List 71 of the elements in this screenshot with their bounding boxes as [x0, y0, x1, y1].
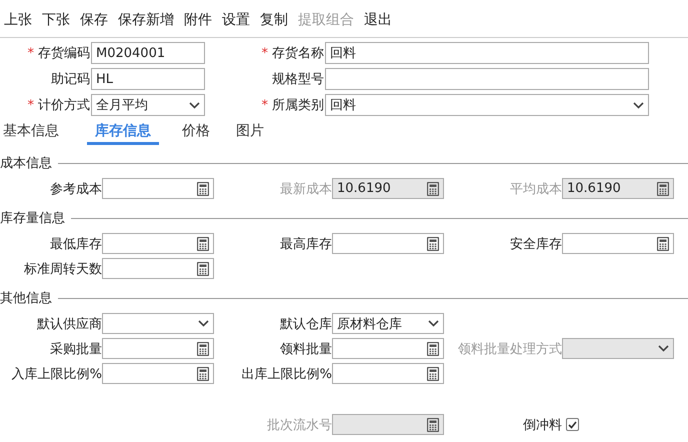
- tab[interactable]: 基本信息: [0, 122, 62, 145]
- calculator-icon[interactable]: [427, 236, 439, 250]
- field-label: 批次流水号: [266, 416, 332, 434]
- text-field[interactable]: [325, 68, 649, 90]
- field-label: 出库上限比例%: [240, 366, 332, 382]
- tab[interactable]: 价格: [179, 122, 213, 145]
- label-text: 计价方式: [38, 98, 90, 113]
- chevron-down-icon[interactable]: [189, 102, 200, 108]
- number-field[interactable]: [332, 338, 444, 359]
- calculator-icon[interactable]: [657, 236, 669, 250]
- number-field[interactable]: [102, 338, 214, 359]
- dropdown[interactable]: 全月平均: [91, 94, 205, 116]
- chevron-down-icon[interactable]: [633, 102, 644, 108]
- toolbar-button[interactable]: 复制: [260, 11, 288, 37]
- toolbar-button[interactable]: 下张: [42, 11, 70, 37]
- field-label: 规格型号: [271, 71, 324, 88]
- number-field[interactable]: [332, 233, 444, 254]
- text-field[interactable]: 回料: [325, 42, 649, 64]
- toolbar-button[interactable]: 保存: [80, 11, 108, 37]
- section-title: 成本信息: [0, 155, 52, 172]
- calculator-icon[interactable]: [427, 366, 439, 380]
- section-title: 其他信息: [0, 290, 52, 307]
- field-label: 采购批量: [49, 340, 102, 358]
- chevron-down-icon[interactable]: [428, 320, 439, 327]
- number-field[interactable]: [332, 363, 444, 384]
- label-text: 存货编码: [38, 46, 90, 61]
- field-label: 最高库存: [279, 236, 332, 252]
- field-label: 助记码: [50, 71, 90, 88]
- calculator-icon[interactable]: [197, 342, 209, 356]
- field-label: 参考成本: [49, 180, 102, 198]
- field-label: 入库上限比例%: [10, 366, 102, 382]
- text-field[interactable]: M0204001: [91, 42, 205, 64]
- field-label: 平均成本: [509, 180, 562, 198]
- field-label: 最新成本: [279, 180, 332, 198]
- label-text: 存货名称: [272, 46, 324, 61]
- number-field[interactable]: [562, 233, 674, 254]
- toolbar-button[interactable]: 附件: [184, 11, 212, 37]
- number-field[interactable]: [102, 258, 214, 279]
- toolbar-button[interactable]: 保存新增: [118, 11, 174, 37]
- calculator-icon[interactable]: [197, 182, 209, 196]
- chevron-down-icon[interactable]: [198, 320, 209, 327]
- required-mark: *: [262, 46, 268, 61]
- field-label: 默认仓库: [279, 316, 332, 332]
- dropdown[interactable]: 回料: [325, 94, 649, 116]
- calculator-icon[interactable]: [427, 342, 439, 356]
- field-label: 领料批量处理方式: [457, 340, 562, 358]
- field-label: 默认供应商: [36, 316, 102, 332]
- field-label: 标准周转天数: [23, 260, 102, 278]
- calculator-icon[interactable]: [197, 262, 209, 276]
- required-mark: *: [28, 98, 34, 113]
- field-label: 倒冲料: [522, 416, 562, 434]
- field-label: 安全库存: [509, 236, 562, 252]
- calculator-icon[interactable]: [197, 236, 209, 250]
- number-field[interactable]: [102, 233, 214, 254]
- checkbox[interactable]: [566, 418, 579, 431]
- number-field[interactable]: [102, 178, 214, 199]
- tab[interactable]: 库存信息: [87, 122, 159, 145]
- toolbar-button[interactable]: 上张: [4, 11, 32, 37]
- required-mark: *: [28, 46, 34, 61]
- section-title: 库存量信息: [0, 210, 65, 227]
- toolbar-button[interactable]: 设置: [222, 11, 250, 37]
- dropdown[interactable]: 原材料仓库: [332, 313, 444, 334]
- field-label: 领料批量: [279, 340, 332, 358]
- field-label: 最低库存: [49, 236, 102, 252]
- label-text: 所属类别: [272, 98, 324, 113]
- required-mark: *: [262, 98, 268, 113]
- calculator-icon[interactable]: [197, 366, 209, 380]
- text-field[interactable]: HL: [91, 68, 205, 90]
- toolbar-button[interactable]: 退出: [364, 11, 392, 37]
- tab[interactable]: 图片: [233, 122, 267, 145]
- number-field[interactable]: [102, 363, 214, 384]
